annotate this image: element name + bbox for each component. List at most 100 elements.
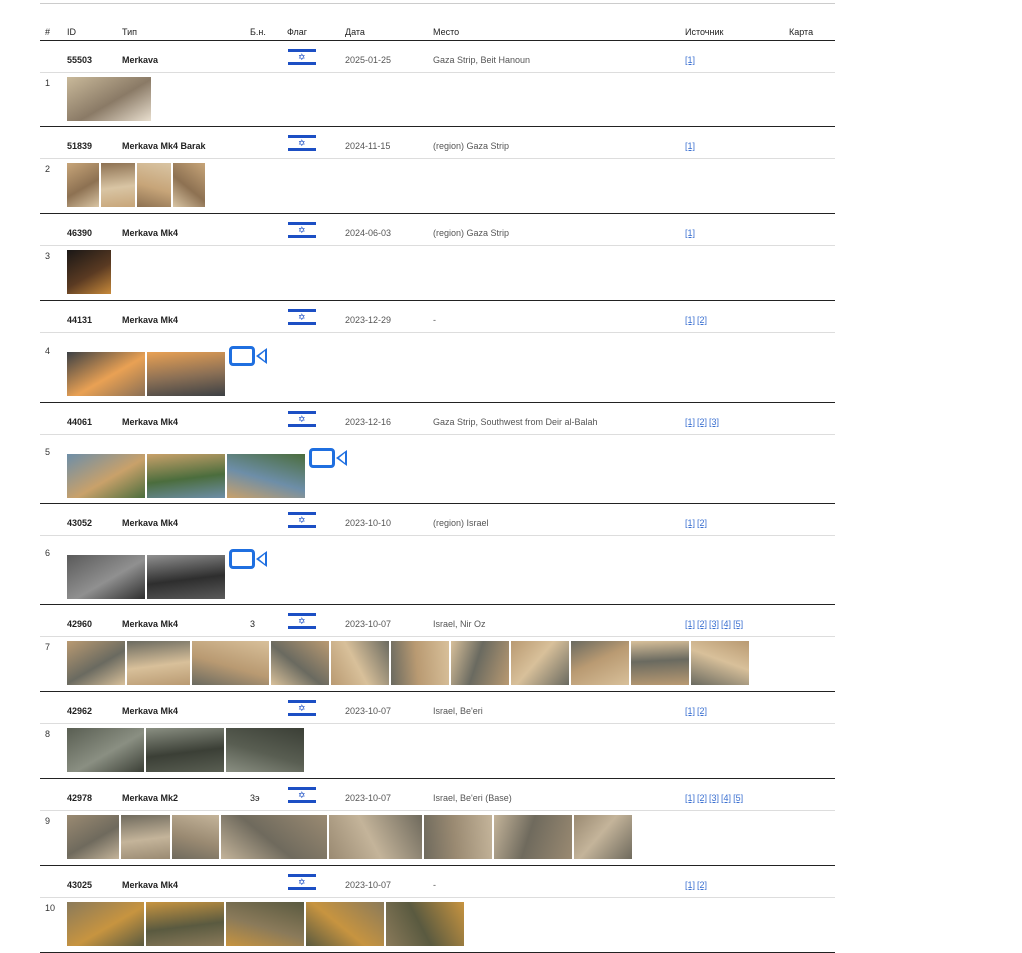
row-place: Gaza Strip, Southwest from Deir al-Balah — [433, 417, 598, 427]
source-link[interactable]: [1] — [685, 141, 695, 151]
source-link[interactable]: [2] — [697, 880, 707, 890]
photo-thumbnail[interactable] — [67, 163, 99, 207]
photo-thumbnail[interactable] — [146, 902, 224, 946]
photo-thumbnail[interactable] — [121, 815, 170, 859]
photo-thumbnail[interactable] — [221, 815, 327, 859]
photo-strip — [67, 448, 349, 498]
photo-thumbnail[interactable] — [494, 815, 572, 859]
source-link[interactable]: [1] — [685, 880, 695, 890]
header-place[interactable]: Место — [433, 27, 459, 37]
photo-thumbnail[interactable] — [146, 728, 224, 772]
photo-thumbnail[interactable] — [67, 454, 145, 498]
source-link[interactable]: [4] — [721, 619, 731, 629]
source-link[interactable]: [1] — [685, 228, 695, 238]
photo-thumbnail[interactable] — [329, 815, 422, 859]
photo-thumbnail[interactable] — [137, 163, 171, 207]
source-link[interactable]: [2] — [697, 619, 707, 629]
photo-thumbnail[interactable] — [172, 815, 219, 859]
video-camera-icon[interactable] — [309, 448, 349, 472]
photo-thumbnail[interactable] — [226, 902, 304, 946]
row-place: - — [433, 880, 436, 890]
source-link[interactable]: [1] — [685, 55, 695, 65]
israel-flag-icon: ✡ — [288, 699, 316, 717]
header-bn[interactable]: Б.н. — [250, 27, 266, 37]
table-row: 9 42978 Merkava Mk2 3э 2023-10-07 Israel, Be'… — [40, 779, 835, 866]
source-link[interactable]: [5] — [733, 619, 743, 629]
video-camera-body — [229, 549, 255, 569]
source-link[interactable]: [4] — [721, 793, 731, 803]
photo-thumbnail[interactable] — [571, 641, 629, 685]
source-link[interactable]: [1] — [685, 315, 695, 325]
source-link[interactable]: [2] — [697, 315, 707, 325]
table-row: 5 44061 Merkava Mk4 2023-12-16 Gaza Strip, S… — [40, 403, 835, 504]
israel-flag-icon: ✡ — [288, 221, 316, 239]
source-link[interactable]: [3] — [709, 417, 719, 427]
photo-thumbnail[interactable] — [574, 815, 632, 859]
photo-thumbnail[interactable] — [147, 352, 225, 396]
source-link[interactable]: [2] — [697, 518, 707, 528]
row-place: Israel, Be'eri — [433, 706, 483, 716]
video-camera-icon[interactable] — [229, 346, 269, 370]
photo-thumbnail[interactable] — [691, 641, 749, 685]
photo-thumbnail[interactable] — [67, 250, 111, 294]
source-link[interactable]: [1] — [685, 793, 695, 803]
header-id[interactable]: ID — [67, 27, 76, 37]
table-row: 3 46390 Merkava Mk4 2024-06-03 (region) Gaza… — [40, 214, 835, 301]
photo-thumbnail[interactable] — [67, 352, 145, 396]
photo-strip — [67, 641, 751, 685]
photo-thumbnail[interactable] — [101, 163, 135, 207]
photo-thumbnail[interactable] — [147, 454, 225, 498]
photo-thumbnail[interactable] — [226, 728, 304, 772]
row-date: 2023-12-29 — [345, 315, 392, 325]
photo-thumbnail[interactable] — [67, 902, 144, 946]
photo-thumbnail[interactable] — [391, 641, 449, 685]
header-flag[interactable]: Флаг — [287, 27, 307, 37]
israel-flag-icon: ✡ — [288, 786, 316, 804]
source-link[interactable]: [1] — [685, 706, 695, 716]
table-row: 10 43025 Merkava Mk4 2023-10-07 - ✡ [1] [2] — [40, 866, 835, 953]
photo-thumbnail[interactable] — [631, 641, 689, 685]
photo-thumbnail[interactable] — [424, 815, 492, 859]
photo-thumbnail[interactable] — [127, 641, 190, 685]
photo-thumbnail[interactable] — [271, 641, 329, 685]
photo-thumbnail[interactable] — [331, 641, 389, 685]
source-link[interactable]: [2] — [697, 793, 707, 803]
row-type: Merkava Mk4 — [122, 706, 179, 716]
israel-flag-icon: ✡ — [288, 48, 316, 66]
source-link[interactable]: [1] — [685, 619, 695, 629]
source-link[interactable]: [5] — [733, 793, 743, 803]
row-number: 2 — [45, 164, 51, 174]
row-meta: 44131 Merkava Mk4 2023-12-29 - ✡ [1] [2] — [40, 301, 835, 333]
table-body: 1 55503 Merkava 2025-01-25 Gaza Strip, Beit … — [40, 41, 835, 953]
photo-thumbnail[interactable] — [67, 77, 151, 121]
photo-thumbnail[interactable] — [511, 641, 569, 685]
photo-thumbnail[interactable] — [386, 902, 464, 946]
row-id: 42960 — [67, 619, 93, 629]
photo-thumbnail[interactable] — [192, 641, 269, 685]
source-link[interactable]: [3] — [709, 793, 719, 803]
source-link[interactable]: [2] — [697, 706, 707, 716]
header-date[interactable]: Дата — [345, 27, 365, 37]
header-num: # — [45, 27, 51, 37]
source-link[interactable]: [3] — [709, 619, 719, 629]
photo-thumbnail[interactable] — [67, 815, 119, 859]
row-type: Merkava Mk4 — [122, 228, 179, 238]
photo-thumbnail[interactable] — [306, 902, 384, 946]
photo-thumbnail[interactable] — [67, 728, 144, 772]
photo-thumbnail[interactable] — [451, 641, 509, 685]
photo-thumbnail[interactable] — [147, 555, 225, 599]
source-link[interactable]: [1] — [685, 518, 695, 528]
photo-thumbnail[interactable] — [173, 163, 205, 207]
photo-thumbnail[interactable] — [227, 454, 305, 498]
video-camera-icon[interactable] — [229, 549, 269, 573]
photo-thumbnail[interactable] — [67, 641, 125, 685]
row-id: 44061 — [67, 417, 93, 427]
row-type: Merkava Mk4 — [122, 880, 179, 890]
table-row: 7 42960 Merkava Mk4 3 2023-10-07 Israel, Nir … — [40, 605, 835, 692]
source-link[interactable]: [1] — [685, 417, 695, 427]
row-sources: [1] — [685, 228, 697, 238]
header-type[interactable]: Тип — [122, 27, 137, 37]
table-row: 2 51839 Merkava Mk4 Barak 2024-11-15 (region… — [40, 127, 835, 214]
source-link[interactable]: [2] — [697, 417, 707, 427]
photo-thumbnail[interactable] — [67, 555, 145, 599]
